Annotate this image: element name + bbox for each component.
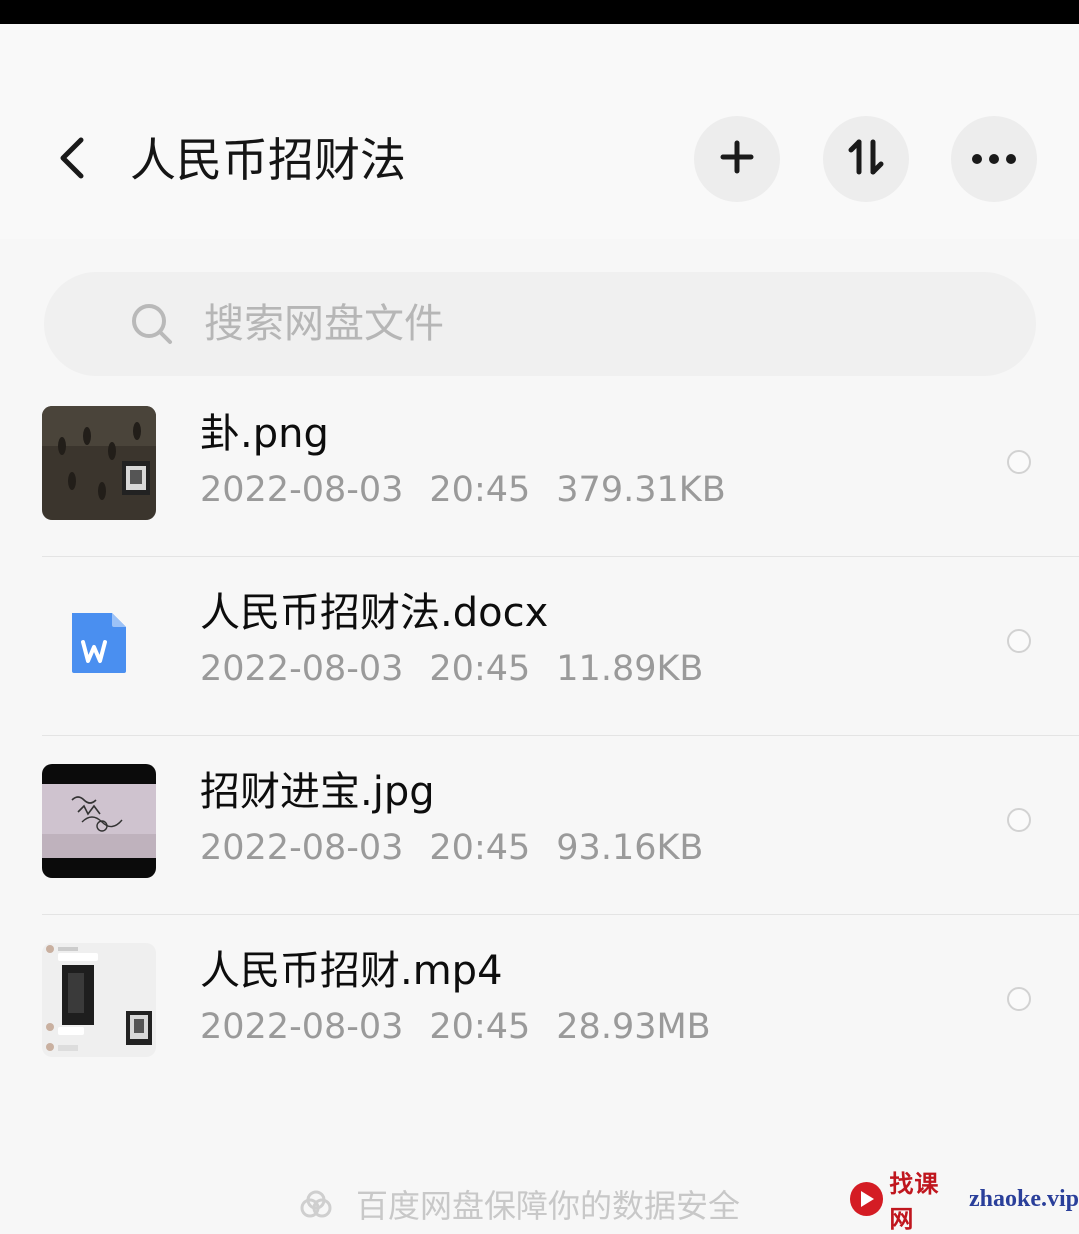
security-notice: 百度网盘保障你的数据安全: [356, 1187, 741, 1225]
file-row[interactable]: 卦.png 2022-08-03 20:45 379.31KB: [0, 378, 1079, 557]
file-time: 20:45: [429, 470, 531, 510]
search-input[interactable]: 搜索网盘文件: [44, 272, 1036, 376]
plus-icon: [720, 140, 754, 178]
add-button[interactable]: [694, 116, 780, 202]
search-placeholder: 搜索网盘文件: [204, 301, 444, 347]
more-button[interactable]: [951, 116, 1037, 202]
file-row[interactable]: 人民币招财.mp4 2022-08-03 20:45 28.93MB: [0, 915, 1079, 1094]
back-button[interactable]: [44, 132, 100, 188]
file-meta: 2022-08-03 20:45 28.93MB: [200, 1005, 737, 1049]
chevron-left-icon: [57, 136, 87, 184]
file-date: 2022-08-03: [200, 828, 404, 868]
play-logo-icon: [850, 1182, 884, 1216]
select-radio[interactable]: [1007, 450, 1031, 474]
file-name: 卦.png: [200, 411, 329, 457]
file-date: 2022-08-03: [200, 470, 404, 510]
file-date: 2022-08-03: [200, 649, 404, 689]
file-time: 20:45: [429, 1007, 531, 1047]
file-size: 379.31KB: [556, 470, 726, 510]
file-name: 招财进宝.jpg: [200, 769, 435, 815]
file-name: 人民币招财.mp4: [200, 948, 503, 994]
file-meta: 2022-08-03 20:45 379.31KB: [200, 468, 752, 512]
page-title: 人民币招财法: [130, 133, 406, 187]
select-radio[interactable]: [1007, 629, 1031, 653]
file-name: 人民币招财法.docx: [200, 590, 549, 636]
file-date: 2022-08-03: [200, 1007, 404, 1047]
status-bar: [0, 0, 1079, 24]
file-size: 28.93MB: [556, 1007, 711, 1047]
watermark-cn: 找课网: [889, 1169, 940, 1233]
file-time: 20:45: [429, 828, 531, 868]
cloud-shield-icon: [298, 1188, 334, 1224]
file-size: 11.89KB: [556, 649, 704, 689]
more-dots-icon: [971, 150, 1017, 169]
sort-button[interactable]: [823, 116, 909, 202]
watermark: 找课网 zhaoke.vip: [850, 1169, 1079, 1233]
file-row[interactable]: 招财进宝.jpg 2022-08-03 20:45 93.16KB: [0, 736, 1079, 915]
file-meta: 2022-08-03 20:45 11.89KB: [200, 647, 729, 691]
search-icon: [130, 302, 174, 346]
file-row[interactable]: 人民币招财法.docx 2022-08-03 20:45 11.89KB: [0, 557, 1079, 736]
file-size: 93.16KB: [556, 828, 704, 868]
file-meta: 2022-08-03 20:45 93.16KB: [200, 826, 729, 870]
file-time: 20:45: [429, 649, 531, 689]
video-thumbnail: [42, 943, 156, 1057]
select-radio[interactable]: [1007, 987, 1031, 1011]
sort-icon: [846, 137, 886, 181]
image-thumbnail: [42, 764, 156, 878]
watermark-en: zhaoke.vip: [968, 1185, 1079, 1212]
select-radio[interactable]: [1007, 808, 1031, 832]
image-thumbnail: [42, 406, 156, 520]
word-doc-icon: [42, 585, 156, 699]
